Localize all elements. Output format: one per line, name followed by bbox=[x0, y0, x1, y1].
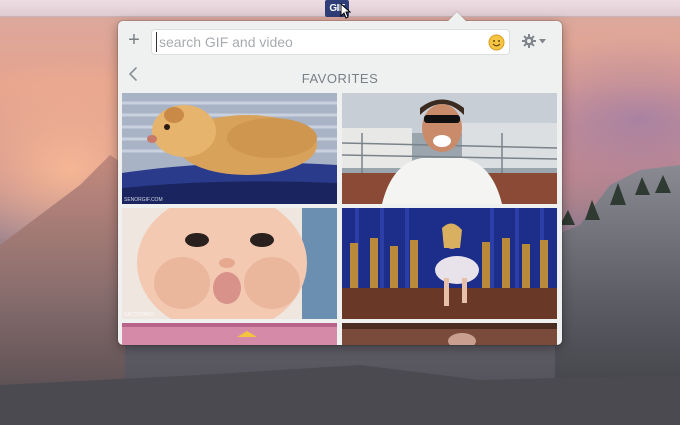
mouse-cursor-icon bbox=[340, 3, 352, 19]
hamster-gif-image bbox=[122, 93, 337, 204]
partial-gif-image bbox=[122, 323, 337, 345]
smiley-face-icon bbox=[488, 34, 505, 51]
section-title: FAVORITES bbox=[301, 71, 379, 86]
gif-popover: + search GIF and video FAVORITES SENORGI… bbox=[118, 12, 562, 345]
gif-tile-baby[interactable]: GIF.COTARO bbox=[122, 208, 337, 319]
search-input[interactable] bbox=[156, 32, 476, 52]
gif-tile-hamster[interactable]: SENORGIF.COM bbox=[122, 93, 337, 204]
add-button[interactable]: + bbox=[124, 30, 144, 50]
gif-tile-man-laughing[interactable] bbox=[342, 93, 557, 204]
dancing-girl-gif-image bbox=[342, 208, 557, 319]
emoji-button[interactable] bbox=[488, 34, 505, 51]
baby-gif-image bbox=[122, 208, 337, 319]
gif-watermark: GIF.COTARO bbox=[124, 312, 155, 318]
favorites-header: FAVORITES bbox=[118, 61, 562, 91]
search-box[interactable] bbox=[151, 29, 510, 55]
gear-icon bbox=[522, 34, 536, 48]
partial-gif-image bbox=[342, 323, 557, 345]
plus-icon: + bbox=[128, 29, 140, 51]
caret-down-icon bbox=[539, 38, 546, 43]
gif-watermark: SENORGIF.COM bbox=[124, 197, 163, 203]
man-laughing-gif-image bbox=[342, 93, 557, 204]
gif-grid: SENORGIF.COM GIF.COTARO bbox=[122, 93, 557, 345]
settings-button[interactable] bbox=[522, 32, 550, 50]
gif-tile-dancing-girl[interactable] bbox=[342, 208, 557, 319]
gif-tile-partial[interactable] bbox=[122, 323, 337, 345]
gif-tile-partial[interactable] bbox=[342, 323, 557, 345]
